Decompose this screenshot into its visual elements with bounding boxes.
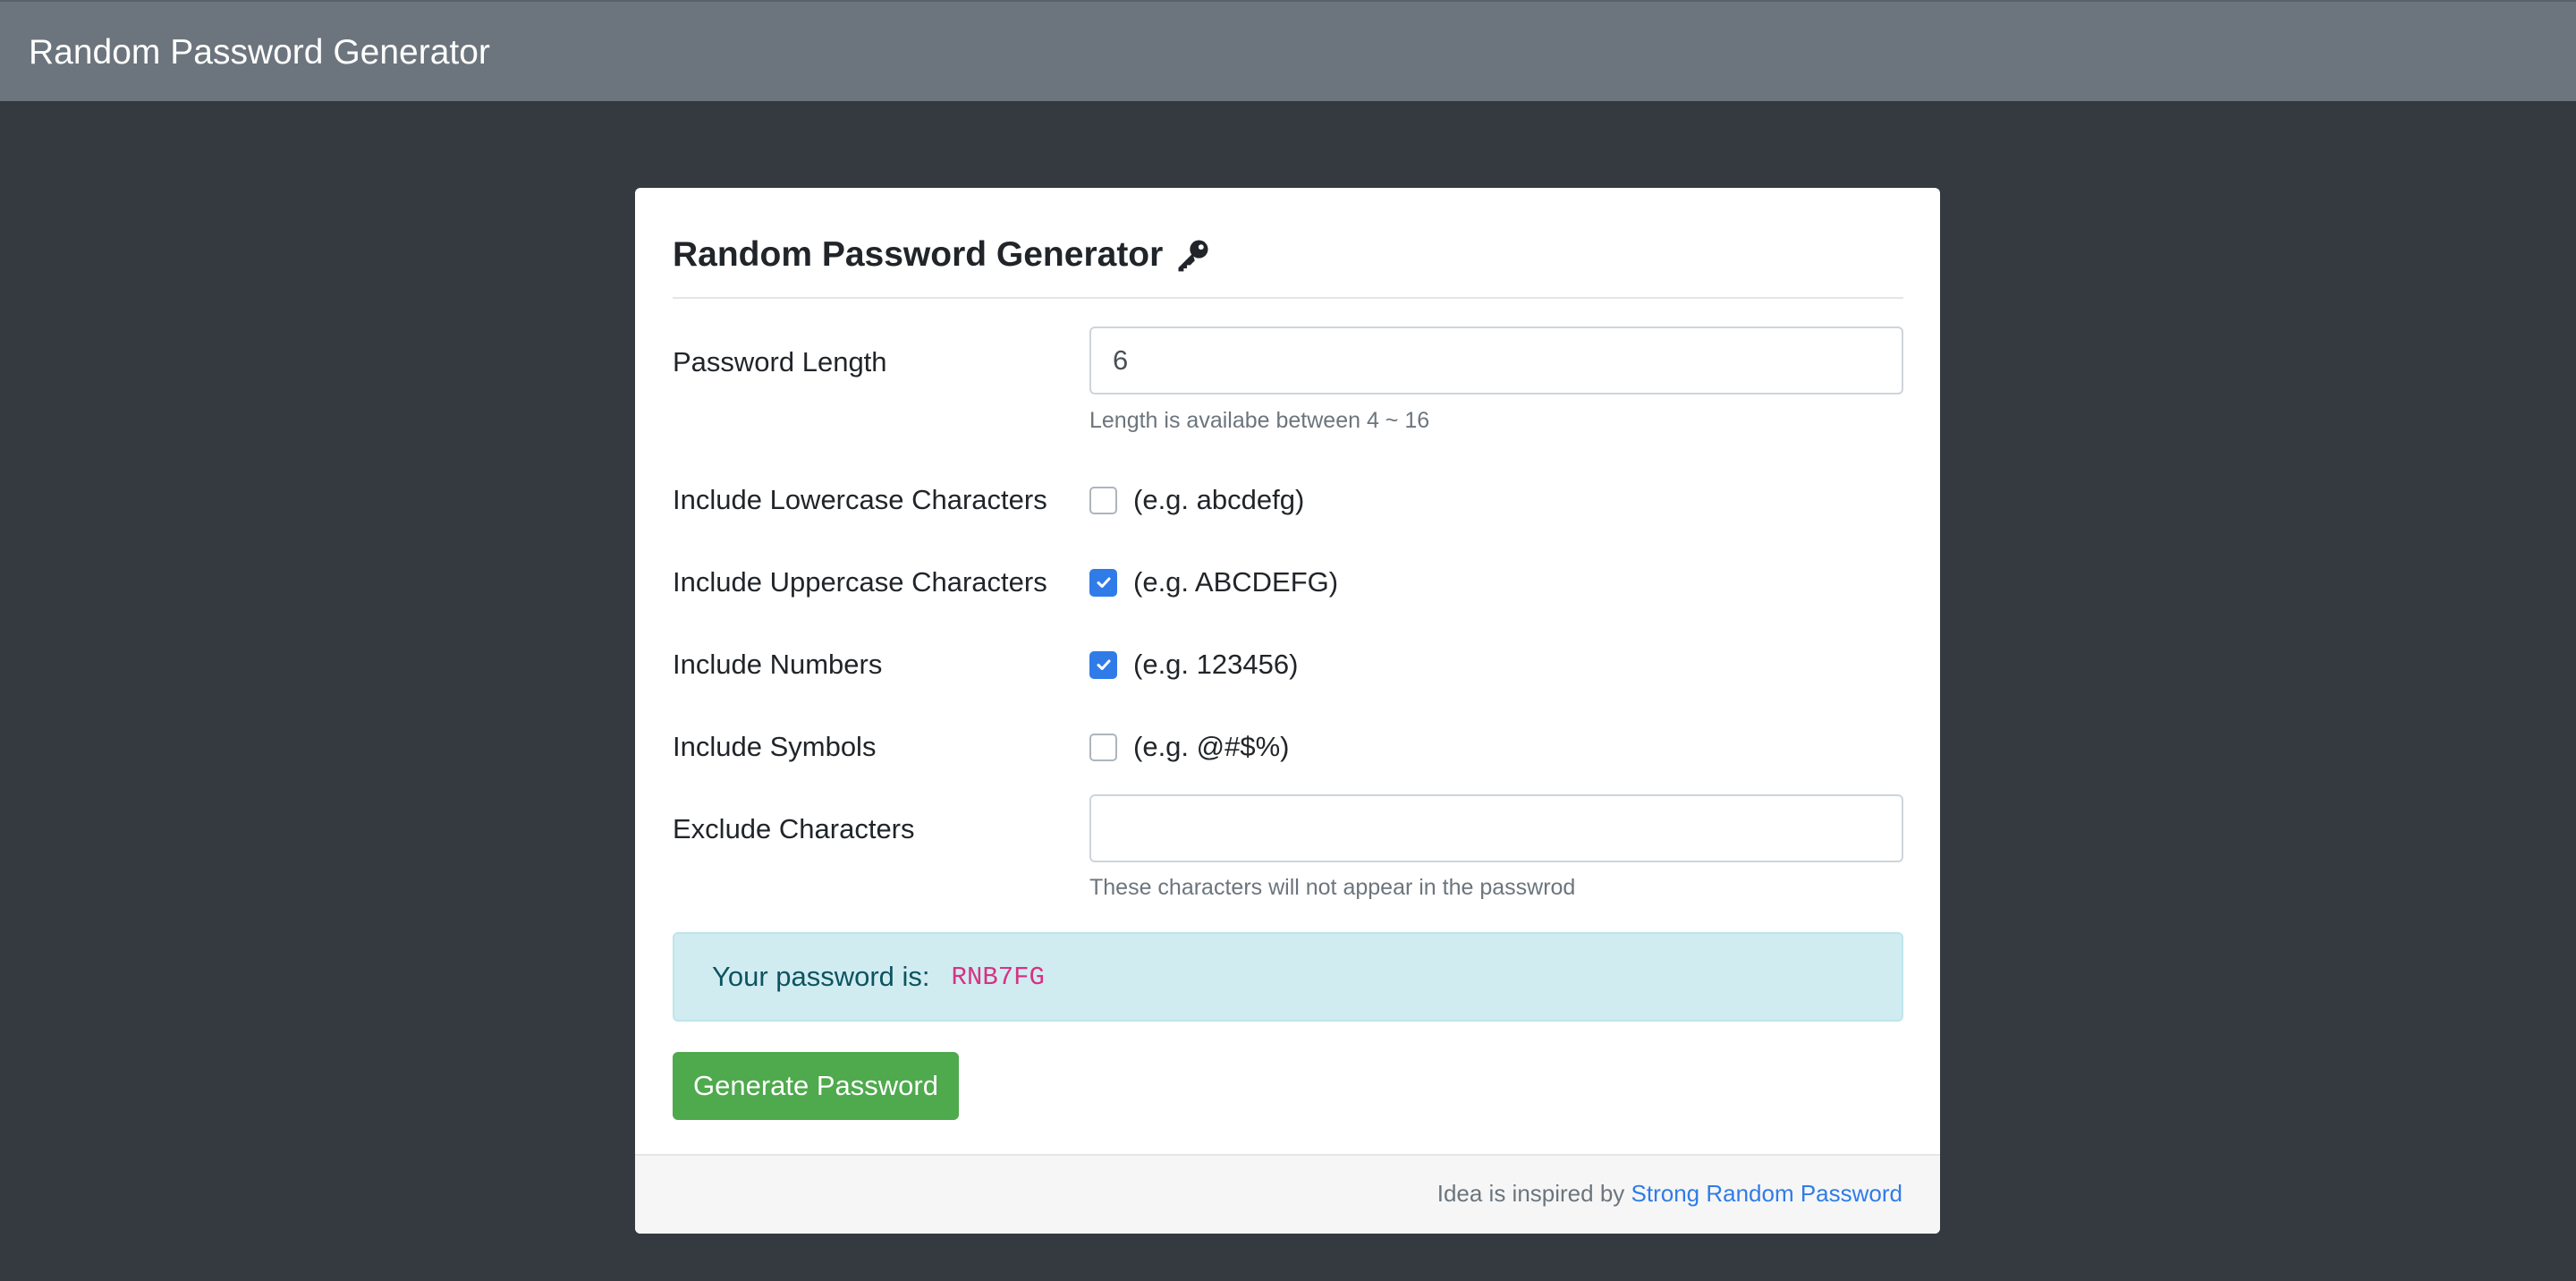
symbols-checkbox[interactable]: [1089, 733, 1117, 761]
lowercase-option[interactable]: (e.g. abcdefg): [1089, 482, 1304, 518]
card-title-text: Random Password Generator: [673, 235, 1164, 274]
generator-card: Random Password Generator Password Lengt…: [635, 188, 1940, 1234]
password-length-label: Password Length: [673, 346, 887, 378]
uppercase-example: (e.g. ABCDEFG): [1133, 566, 1339, 598]
generated-password: RNB7FG: [951, 962, 1045, 992]
navbar: Random Password Generator: [0, 0, 2576, 101]
numbers-option[interactable]: (e.g. 123456): [1089, 647, 1298, 683]
numbers-example: (e.g. 123456): [1133, 649, 1299, 680]
password-result-alert: Your password is: RNB7FG: [673, 932, 1903, 1022]
card-footer: Idea is inspired by Strong Random Passwo…: [635, 1154, 1940, 1234]
uppercase-checkbox[interactable]: [1089, 568, 1117, 597]
title-divider: [673, 297, 1903, 299]
password-length-input[interactable]: [1089, 327, 1903, 394]
lowercase-checkbox[interactable]: [1089, 486, 1117, 514]
generate-password-button[interactable]: Generate Password: [673, 1052, 959, 1120]
uppercase-option[interactable]: (e.g. ABCDEFG): [1089, 564, 1338, 600]
footer-credit: Idea is inspired by Strong Random Passwo…: [1437, 1177, 1902, 1209]
symbols-label: Include Symbols: [673, 731, 877, 762]
exclude-characters-input[interactable]: [1089, 794, 1903, 862]
password-result-label: Your password is:: [712, 961, 930, 992]
key-icon: [1174, 235, 1213, 275]
footer-text: Idea is inspired by: [1436, 1180, 1625, 1207]
checkmark-icon: [1097, 577, 1110, 588]
checkmark-icon: [1097, 659, 1110, 670]
navbar-brand[interactable]: Random Password Generator: [29, 32, 490, 73]
uppercase-label: Include Uppercase Characters: [673, 566, 1047, 598]
numbers-checkbox[interactable]: [1089, 650, 1117, 679]
symbols-option[interactable]: (e.g. @#$%): [1089, 729, 1289, 765]
lowercase-example: (e.g. abcdefg): [1133, 484, 1305, 515]
numbers-label: Include Numbers: [673, 649, 883, 680]
password-length-help: Length is availabe between 4 ~ 16: [1089, 408, 1430, 433]
card-title: Random Password Generator: [673, 224, 1213, 286]
strong-random-password-link[interactable]: Strong Random Password: [1631, 1180, 1902, 1207]
exclude-characters-help: These characters will not appear in the …: [1089, 875, 1576, 900]
lowercase-label: Include Lowercase Characters: [673, 484, 1047, 515]
symbols-example: (e.g. @#$%): [1133, 731, 1290, 762]
exclude-characters-label: Exclude Characters: [673, 813, 915, 844]
